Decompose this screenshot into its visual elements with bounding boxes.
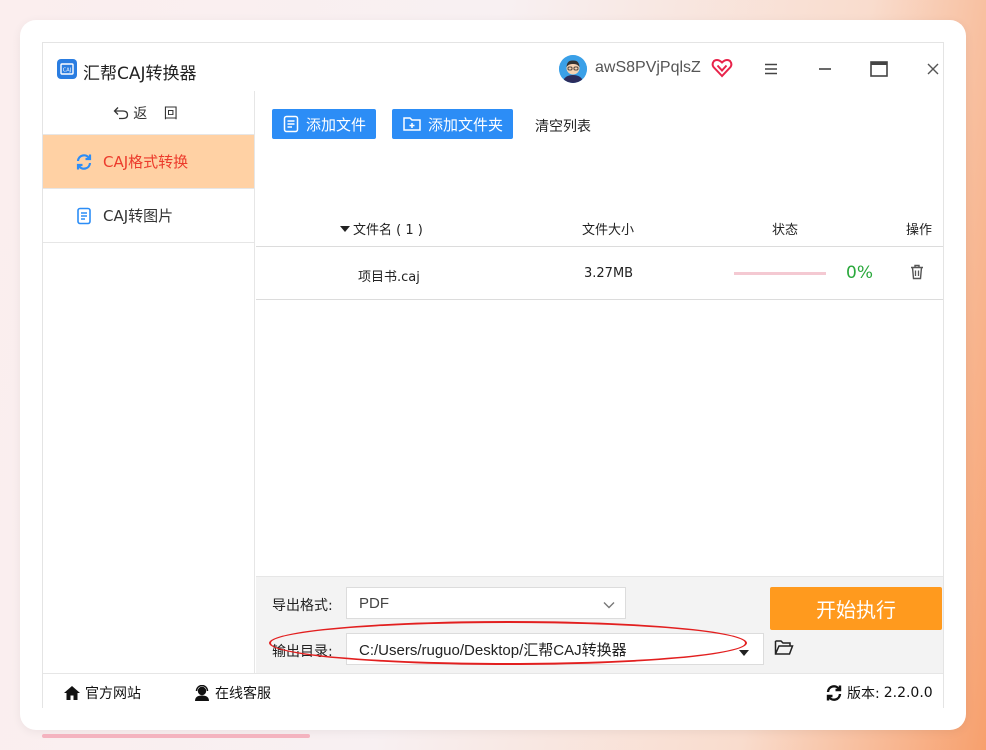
- document-icon: [75, 207, 93, 225]
- start-button[interactable]: 开始执行: [770, 587, 942, 630]
- format-label: 导出格式:: [272, 598, 333, 614]
- minimize-icon[interactable]: [811, 55, 839, 83]
- update-icon: [826, 685, 842, 701]
- user-avatar[interactable]: [559, 55, 587, 83]
- column-header-size: 文件大小: [582, 223, 635, 238]
- column-header-name[interactable]: 文件名 ( 1 ): [340, 219, 423, 238]
- format-select[interactable]: PDF: [346, 587, 626, 619]
- annotation-ellipse: [269, 621, 747, 665]
- app-logo-icon: CAJ: [57, 59, 77, 79]
- file-name: 项目书.caj: [358, 270, 420, 285]
- svg-text:CAJ: CAJ: [63, 68, 71, 74]
- table-row[interactable]: 项目书.caj 3.27MB 0%: [256, 247, 943, 300]
- table-header: 文件名 ( 1 ) 文件大小 状态 操作: [256, 199, 943, 247]
- add-file-label: 添加文件: [306, 115, 367, 134]
- official-website-link[interactable]: 官方网站: [63, 683, 141, 703]
- main-panel: 添加文件 添加文件夹 清空列表 文件名 ( 1 ) 文件大小 状态 操作 项目书…: [256, 91, 943, 673]
- folder-open-icon[interactable]: [774, 639, 794, 661]
- column-header-actions: 操作: [906, 223, 933, 238]
- title-bar: CAJ 汇帮CAJ转换器 awS8PVjPqlsZ: [43, 43, 943, 91]
- vip-heart-icon[interactable]: [711, 57, 733, 79]
- sidebar-item-caj-format-convert[interactable]: CAJ格式转换: [43, 135, 254, 189]
- back-arrow-icon: [113, 106, 129, 120]
- add-file-button[interactable]: 添加文件: [272, 109, 377, 139]
- version-label: 版本:: [847, 686, 880, 702]
- back-button[interactable]: 返 回: [43, 91, 254, 135]
- decorative-strip: [42, 734, 310, 738]
- chevron-down-icon: [603, 596, 615, 613]
- column-header-status: 状态: [772, 223, 799, 238]
- headset-icon: [195, 685, 209, 701]
- sidebar-item-label: CAJ转图片: [103, 207, 174, 225]
- refresh-icon: [75, 153, 93, 171]
- sidebar-item-label: CAJ格式转换: [103, 153, 189, 171]
- menu-icon[interactable]: [757, 55, 785, 83]
- sidebar-item-caj-to-image[interactable]: CAJ转图片: [43, 189, 254, 243]
- online-support-label: 在线客服: [215, 686, 271, 702]
- add-folder-label: 添加文件夹: [428, 115, 504, 134]
- format-value: PDF: [359, 594, 389, 612]
- column-header-name-label: 文件名 ( 1 ): [353, 223, 423, 238]
- home-icon: [64, 686, 80, 700]
- app-window: CAJ 汇帮CAJ转换器 awS8PVjPqlsZ 返 回 CAJ格式转换 CA…: [42, 42, 944, 708]
- maximize-icon[interactable]: [865, 55, 893, 83]
- file-size: 3.27MB: [584, 266, 634, 281]
- official-website-label: 官方网站: [85, 686, 141, 702]
- app-title: 汇帮CAJ转换器: [83, 64, 197, 84]
- progress-bar: [734, 272, 826, 275]
- version-value: 2.2.0.0: [883, 685, 933, 701]
- toolbar: 添加文件 添加文件夹 清空列表: [256, 91, 943, 151]
- online-support-link[interactable]: 在线客服: [193, 683, 271, 703]
- version-info[interactable]: 版本: 2.2.0.0: [825, 683, 933, 703]
- username[interactable]: awS8PVjPqlsZ: [595, 59, 701, 77]
- footer: 官方网站 在线客服 版本: 2.2.0.0: [43, 673, 943, 708]
- sidebar: 返 回 CAJ格式转换 CAJ转图片: [43, 91, 255, 673]
- back-label: 返 回: [133, 105, 184, 122]
- sort-down-icon: [340, 225, 350, 232]
- close-icon[interactable]: [919, 55, 947, 83]
- delete-icon[interactable]: [910, 264, 924, 284]
- add-folder-button[interactable]: 添加文件夹: [392, 109, 514, 139]
- add-folder-icon: [403, 117, 421, 131]
- progress-percent: 0%: [846, 263, 873, 283]
- clear-list-button[interactable]: 清空列表: [535, 116, 591, 136]
- add-file-icon: [283, 115, 299, 133]
